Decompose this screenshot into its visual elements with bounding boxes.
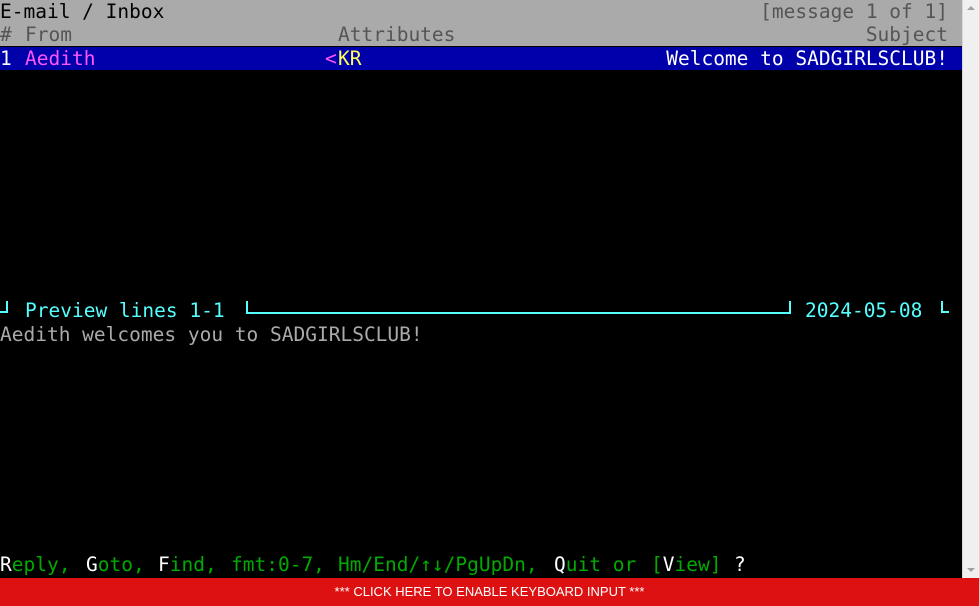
goto-label: oto,: [97, 553, 145, 576]
message-number: 1: [0, 47, 12, 70]
prompt-question: ?: [734, 553, 746, 576]
quit-label: uit or: [565, 553, 637, 576]
message-from: Aedith: [25, 47, 96, 70]
message-row[interactable]: 1 Aedith < KR Welcome to SADGIRLSCLUB!: [0, 47, 962, 70]
column-from-header: From: [25, 23, 72, 46]
column-num-header: #: [0, 23, 12, 46]
preview-date: 2024-05-08: [805, 299, 923, 322]
view-hotkey[interactable]: V: [663, 553, 675, 576]
message-attributes: KR: [338, 47, 362, 70]
divider-right-corner: [941, 301, 949, 313]
goto-hotkey[interactable]: G: [86, 553, 98, 576]
window-title: E-mail / Inbox: [0, 0, 165, 23]
find-hotkey[interactable]: F: [158, 553, 170, 576]
scroll-down-icon[interactable]: [967, 568, 975, 572]
view-label: iew]: [674, 553, 722, 576]
format-hint: fmt:0-7,: [231, 553, 325, 576]
enable-keyboard-banner[interactable]: *** CLICK HERE TO ENABLE KEYBOARD INPUT …: [0, 578, 979, 606]
column-subject-header: Subject: [865, 23, 948, 46]
preview-lines-label: Preview lines 1-1: [25, 299, 225, 322]
vertical-scrollbar[interactable]: [962, 0, 979, 578]
command-prompt: Reply, Goto, Find, fmt:0-7, Hm/End/↑↓/Pg…: [0, 553, 962, 576]
find-label: ind,: [169, 553, 217, 576]
view-bracket: [: [651, 553, 663, 576]
preview-body: Aedith welcomes you to SADGIRLSCLUB!: [0, 323, 962, 346]
terminal-screen: E-mail / Inbox [message 1 of 1] # From A…: [0, 0, 979, 606]
column-attributes-header: Attributes: [338, 23, 456, 46]
preview-text: Aedith welcomes you to SADGIRLSCLUB!: [0, 323, 423, 346]
reply-hotkey[interactable]: R: [0, 553, 12, 576]
message-attr-indicator: <: [325, 47, 337, 70]
navigation-hint: Hm/End/↑↓/PgUpDn,: [338, 553, 538, 576]
scroll-up-icon[interactable]: [967, 6, 975, 10]
message-counter: [message 1 of 1]: [760, 0, 948, 23]
column-header-row: # From Attributes Subject: [0, 23, 962, 46]
divider-left-corner: [0, 301, 8, 313]
message-subject: Welcome to SADGIRLSCLUB!: [666, 47, 948, 70]
preview-divider: Preview lines 1-1 2024-05-08: [0, 299, 962, 322]
quit-hotkey[interactable]: Q: [554, 553, 566, 576]
title-bar: E-mail / Inbox [message 1 of 1]: [0, 0, 962, 23]
reply-label: eply,: [11, 553, 71, 576]
divider-rule: [246, 299, 791, 322]
